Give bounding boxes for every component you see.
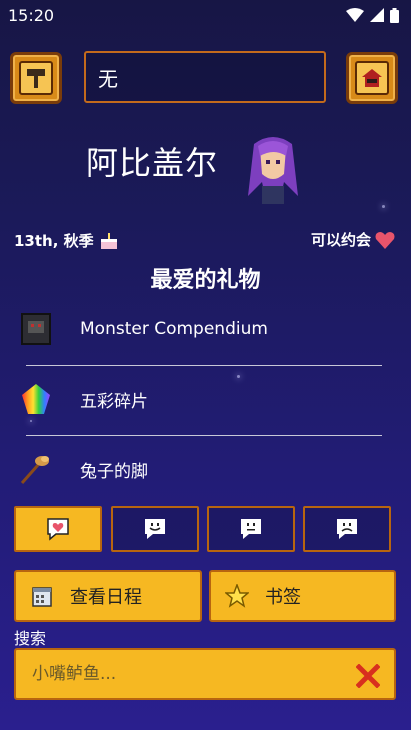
bookmark-button[interactable]: 书签 <box>209 570 396 622</box>
villager-portrait <box>248 137 298 204</box>
status-bar: 15:20 <box>0 0 411 30</box>
rabbit-foot-icon <box>14 447 58 491</box>
search-field[interactable] <box>14 648 396 700</box>
star-icon <box>225 584 249 608</box>
gift-label: 五彩碎片 <box>80 391 148 412</box>
frown-bubble-icon <box>337 519 357 539</box>
birthday-info: 13th, 秋季 <box>14 229 120 251</box>
book-icon <box>14 307 58 351</box>
tab-like[interactable] <box>111 506 199 552</box>
gift-label: 兔子的脚 <box>80 461 148 482</box>
dateable-info: 可以约会 <box>311 229 395 250</box>
bookmark-label: 书签 <box>265 587 301 608</box>
schedule-button[interactable]: 查看日程 <box>14 570 202 622</box>
name-field[interactable]: 无 <box>84 51 326 103</box>
hammer-icon <box>27 69 45 88</box>
clear-search-button[interactable] <box>354 662 382 690</box>
smile-bubble-icon <box>145 519 165 539</box>
gift-item[interactable]: Monster Compendium <box>14 304 394 354</box>
gift-item[interactable]: 五彩碎片 <box>14 374 394 424</box>
name-field-value: 无 <box>98 66 118 91</box>
divider <box>26 435 382 436</box>
gift-item[interactable]: 兔子的脚 <box>14 444 394 494</box>
divider <box>26 365 382 366</box>
star-decoration <box>382 205 385 208</box>
status-icons <box>346 7 399 23</box>
house-button[interactable] <box>346 52 398 104</box>
wifi-icon <box>346 8 364 22</box>
birthday-label: 13th, 秋季 <box>14 231 94 250</box>
prismatic-shard-icon <box>14 377 58 421</box>
hammer-button[interactable] <box>10 52 62 104</box>
tab-love[interactable] <box>14 506 102 552</box>
calendar-icon <box>30 584 54 608</box>
schedule-label: 查看日程 <box>70 587 142 608</box>
close-icon <box>356 664 380 688</box>
heart-bubble-icon <box>47 518 69 541</box>
neutral-bubble-icon <box>241 519 261 539</box>
signal-icon <box>370 8 384 22</box>
battery-icon <box>390 7 399 23</box>
house-icon <box>362 69 382 87</box>
villager-name: 阿比盖尔 <box>86 144 219 182</box>
tab-neutral[interactable] <box>207 506 295 552</box>
tab-dislike[interactable] <box>303 506 391 552</box>
status-time: 15:20 <box>8 5 55 25</box>
cake-icon <box>100 233 117 249</box>
dateable-label: 可以约会 <box>310 231 371 249</box>
favorite-gifts-title: 最爱的礼物 <box>150 268 261 293</box>
search-label: 搜索 <box>14 629 47 648</box>
search-input[interactable] <box>30 663 334 685</box>
gift-label: Monster Compendium <box>80 319 268 339</box>
heart-icon <box>375 231 395 249</box>
